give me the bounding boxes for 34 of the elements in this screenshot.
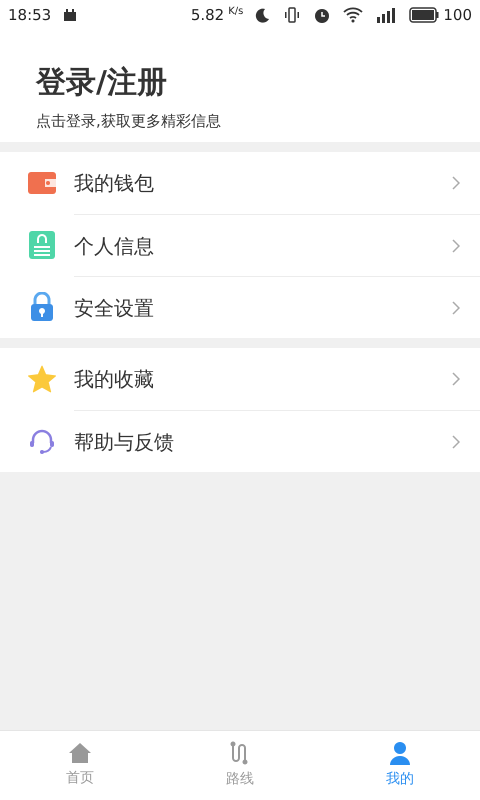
menu-item[interactable]: 帮助与反馈 bbox=[0, 410, 480, 472]
signal-icon bbox=[375, 7, 398, 23]
id-card-icon bbox=[28, 230, 56, 260]
vibrate-icon bbox=[283, 7, 302, 23]
home-icon bbox=[68, 742, 92, 764]
chevron-right-icon bbox=[452, 176, 460, 190]
moon-icon bbox=[255, 7, 272, 23]
menu-item[interactable]: 我的钱包 bbox=[0, 152, 480, 214]
network-speed: 5.82 bbox=[190, 4, 224, 26]
person-icon bbox=[388, 741, 412, 765]
menu-label: 我的钱包 bbox=[74, 170, 155, 197]
menu-item[interactable]: 个人信息 bbox=[0, 214, 480, 276]
wallet-icon bbox=[27, 171, 57, 195]
status-time: 18:53 bbox=[8, 4, 52, 26]
lock-icon bbox=[29, 292, 55, 322]
chevron-right-icon bbox=[452, 238, 460, 252]
menu-label: 帮助与反馈 bbox=[74, 428, 175, 456]
header-subtitle: 点击登录,获取更多精彩信息 bbox=[36, 110, 222, 132]
speed-unit: K/s bbox=[228, 5, 244, 19]
menu-item[interactable]: 安全设置 bbox=[0, 276, 480, 338]
star-icon bbox=[27, 365, 57, 393]
login-header[interactable]: 登录/注册 点击登录,获取更多精彩信息 bbox=[0, 30, 480, 142]
menu-label: 个人信息 bbox=[74, 232, 155, 260]
headset-icon bbox=[28, 427, 56, 455]
chevron-right-icon bbox=[452, 372, 460, 386]
battery-level: 100 bbox=[443, 4, 472, 26]
chevron-right-icon bbox=[452, 300, 460, 314]
battery-icon bbox=[409, 7, 440, 23]
header-title: 登录/注册 bbox=[36, 64, 168, 102]
menu-label: 安全设置 bbox=[74, 294, 155, 322]
wifi-icon bbox=[343, 7, 364, 23]
menu-label: 我的收藏 bbox=[74, 366, 155, 393]
menu-item[interactable]: 我的收藏 bbox=[0, 348, 480, 410]
chevron-right-icon bbox=[452, 434, 460, 448]
